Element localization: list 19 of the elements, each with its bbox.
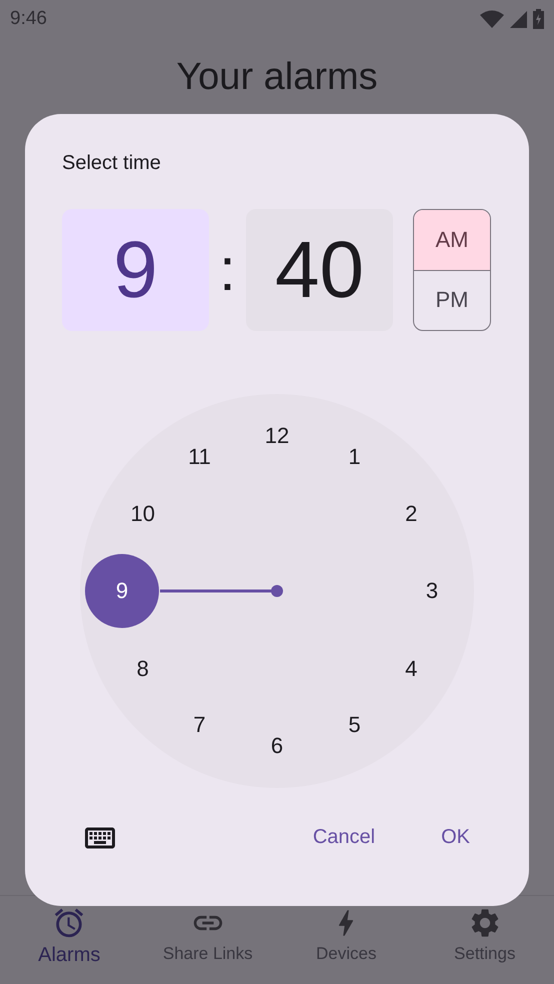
dial-number[interactable]: 6 <box>240 709 314 783</box>
signal-icon <box>510 10 527 28</box>
minute-field[interactable]: 40 <box>246 209 393 331</box>
period-option[interactable]: PM <box>414 270 490 330</box>
dialog-button[interactable]: OK <box>429 818 482 857</box>
dial-number[interactable]: 9 <box>85 554 159 628</box>
period-option[interactable]: AM <box>414 210 490 270</box>
dialog-title: Select time <box>62 152 162 175</box>
clock-hand[interactable] <box>160 585 283 597</box>
battery-icon <box>533 9 544 29</box>
page-title: Your alarms <box>176 56 378 99</box>
dial-number[interactable]: 12 <box>240 399 314 473</box>
time-separator: : <box>218 240 237 300</box>
status-time: 9:46 <box>10 8 47 30</box>
wifi-icon <box>480 10 504 28</box>
hour-field[interactable]: 9 <box>62 209 209 331</box>
dialog-button[interactable]: Cancel <box>300 818 388 857</box>
dial-number[interactable]: 3 <box>395 554 469 628</box>
clock-dial[interactable]: 12 1 2 3 4 5 6 7 8 9 10 11 <box>80 394 474 788</box>
